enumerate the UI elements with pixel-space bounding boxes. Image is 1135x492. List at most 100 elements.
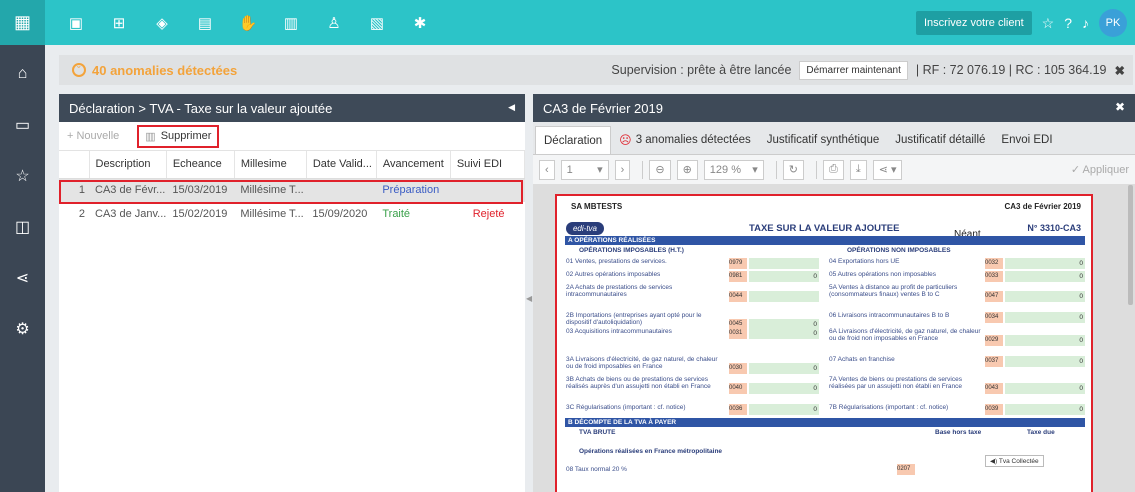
form-line-code: 0044 [729, 291, 747, 302]
tva-brute-label: TVA BRUTE [579, 429, 616, 436]
hand-coins-icon[interactable]: ✋ [234, 14, 262, 32]
user-hierarchy-icon[interactable]: ♙ [320, 14, 348, 32]
tab-anomalies[interactable]: ☹ 3 anomalies détectées [611, 126, 759, 154]
supprimer-button[interactable]: ▥ Supprimer [137, 124, 220, 148]
appliquer-button[interactable]: ✓ Appliquer [1071, 163, 1129, 176]
form-line-value[interactable]: 0 [1005, 356, 1085, 367]
star-icon[interactable]: ☆ [0, 153, 45, 198]
chart-icon[interactable]: ◫ [0, 204, 45, 249]
zoom-in-icon[interactable]: ⊕ [676, 159, 698, 180]
tab-declaration[interactable]: Déclaration [535, 126, 612, 154]
form-line-value[interactable]: 0 [1005, 258, 1085, 269]
zoom-out-icon[interactable]: ⊖ [649, 159, 671, 180]
section-a-header: A OPÉRATIONS RÉALISÉES [565, 236, 1085, 245]
inbox-icon[interactable]: ▭ [0, 102, 45, 147]
imposables-header: OPÉRATIONS IMPOSABLES (H.T.) [579, 247, 684, 254]
tab-justificatif-detaille[interactable]: Justificatif détaillé [887, 126, 993, 154]
form-line-value[interactable]: 0 [1005, 404, 1085, 415]
close-icon[interactable]: ✖ [1115, 100, 1125, 114]
download-icon[interactable]: ⤓ [849, 159, 867, 180]
report-icon[interactable]: ▧ [363, 14, 391, 32]
org-chart-icon[interactable]: ⊞ [105, 14, 133, 32]
demarrer-button[interactable]: Démarrer maintenant [799, 60, 908, 80]
form-line-value[interactable]: 0 [749, 271, 819, 282]
tab-justificatif-synthetique[interactable]: Justificatif synthétique [759, 126, 888, 154]
line-08-code: 0207 [897, 464, 915, 475]
home-icon[interactable]: ⌂ [0, 51, 45, 96]
col-description[interactable]: Description [89, 151, 167, 179]
form-line-value[interactable]: 0 [749, 383, 819, 394]
tva-collectee-button[interactable]: ◀) Tva Collectée [985, 455, 1044, 467]
money-icon[interactable]: ◈ [148, 14, 176, 32]
form-line-label: 3C Régularisations (important : cf. noti… [566, 404, 686, 411]
col-suivi-edi[interactable]: Suivi EDI [450, 151, 526, 179]
anomalies-count[interactable]: 40 anomalies détectées [92, 63, 237, 78]
form-line-label: 2A Achats de prestations de services int… [566, 284, 673, 298]
line-08-label: 08 Taux normal 20 % [566, 466, 627, 473]
tab-envoi-edi[interactable]: Envoi EDI [993, 126, 1060, 154]
col-millesime[interactable]: Millesime [234, 151, 307, 179]
form-line-value[interactable] [749, 291, 819, 302]
prev-page-icon[interactable]: ‹ [539, 159, 555, 180]
avatar[interactable]: PK [1099, 9, 1127, 37]
detail-title: CA3 de Février 2019 [543, 100, 663, 116]
bug-icon[interactable]: ✱ [406, 14, 434, 32]
calculator-icon[interactable]: ▤ [191, 14, 219, 32]
next-page-icon[interactable]: › [614, 159, 631, 180]
form-line-value[interactable]: 0 [1005, 271, 1085, 282]
declaration-table: Description Echeance Millesime Date Vali… [59, 151, 526, 226]
alert-bar: ˘ 40 anomalies détectées Supervision : pr… [59, 55, 1133, 85]
panel-splitter[interactable]: ◀ [525, 94, 533, 492]
table-row[interactable]: 1 CA3 de Févr... 15/03/2019 Millésime T.… [59, 178, 525, 202]
star-icon[interactable]: ☆ [1042, 15, 1055, 32]
close-icon[interactable]: ✖ [1115, 63, 1125, 78]
nouvelle-button[interactable]: + Nouvelle [67, 130, 119, 142]
form-line-label: 5A Ventes à distance au profit de partic… [829, 284, 958, 298]
zoom-select[interactable]: 129 % ▾ [703, 159, 764, 180]
form-line-label: 2B Importations (entreprises ayant opté … [566, 312, 702, 326]
form-line-value[interactable]: 0 [1005, 335, 1085, 346]
form-line-value[interactable]: 0 [1005, 383, 1085, 394]
form-line-label: 7B Régularisations (important : cf. noti… [829, 404, 949, 411]
edi-tva-logo: edi-tva [566, 222, 604, 235]
form-line-value[interactable]: 0 [1005, 291, 1085, 302]
page-select[interactable]: 1 ▾ [560, 159, 609, 180]
form-line-value[interactable]: 0 [749, 328, 819, 339]
declaration-detail-panel: CA3 de Février 2019 ✖ Déclaration ☹ 3 anom… [533, 94, 1135, 492]
form-line-label: 06 Livraisons intracommunautaires B to B [829, 312, 950, 319]
base-ht-label: Base hors taxe [935, 429, 982, 436]
refresh-icon[interactable]: ↻ [782, 159, 804, 180]
pdf-scrollbar[interactable] [1128, 185, 1133, 305]
apps-grid-icon[interactable]: ▦ [0, 0, 45, 45]
col-avancement[interactable]: Avancement [376, 151, 451, 179]
table-row[interactable]: 2 CA3 de Janv... 15/02/2019 Millésime T.… [59, 202, 525, 226]
form-line-value[interactable]: 0 [749, 404, 819, 415]
form-line-label: 6A Livraisons d'électricité, de gaz natu… [829, 328, 981, 342]
notification-icon[interactable]: ♪ [1082, 15, 1089, 31]
building-icon[interactable]: ▥ [277, 14, 305, 32]
form-line-label: 07 Achats en franchise [829, 356, 895, 363]
tva-form-document: SA MBTESTS CA3 de Février 2019 edi-tva T… [555, 194, 1093, 492]
col-echeance[interactable]: Echeance [166, 151, 235, 179]
sad-face-icon: ˘ [72, 63, 86, 77]
print-icon[interactable]: ⎙ [823, 159, 844, 180]
col-date-valid[interactable]: Date Valid... [306, 151, 377, 179]
form-line-value[interactable]: 0 [749, 363, 819, 374]
settings-icon[interactable]: ⚙ [0, 306, 45, 351]
share-icon[interactable]: ⋖ ▾ [872, 159, 903, 180]
form-line-code: 0037 [985, 356, 1003, 367]
form-line-value[interactable] [749, 258, 819, 269]
document-icon[interactable]: ▣ [62, 14, 90, 32]
pdf-toolbar: ‹ 1 ▾ › ⊖ ⊕ 129 % ▾ ↻ ⎙ ⤓ ⋖ ▾ ✓ Appliquer [533, 155, 1135, 185]
taxe-due-label: Taxe due [1027, 429, 1055, 436]
form-line-label: 05 Autres opérations non imposables [829, 271, 936, 278]
help-icon[interactable]: ? [1064, 15, 1072, 31]
share-icon[interactable]: ⋖ [0, 255, 45, 300]
splitter-arrow-icon[interactable]: ◀ [526, 294, 532, 303]
inscrire-client-button[interactable]: Inscrivez votre client [915, 11, 1032, 35]
form-line-value[interactable]: 0 [1005, 312, 1085, 323]
form-line-code: 0047 [985, 291, 1003, 302]
pdf-viewer[interactable]: SA MBTESTS CA3 de Février 2019 edi-tva T… [533, 185, 1135, 492]
sad-face-icon: ☹ [619, 133, 632, 147]
collapse-icon[interactable]: ◀ [508, 102, 515, 113]
